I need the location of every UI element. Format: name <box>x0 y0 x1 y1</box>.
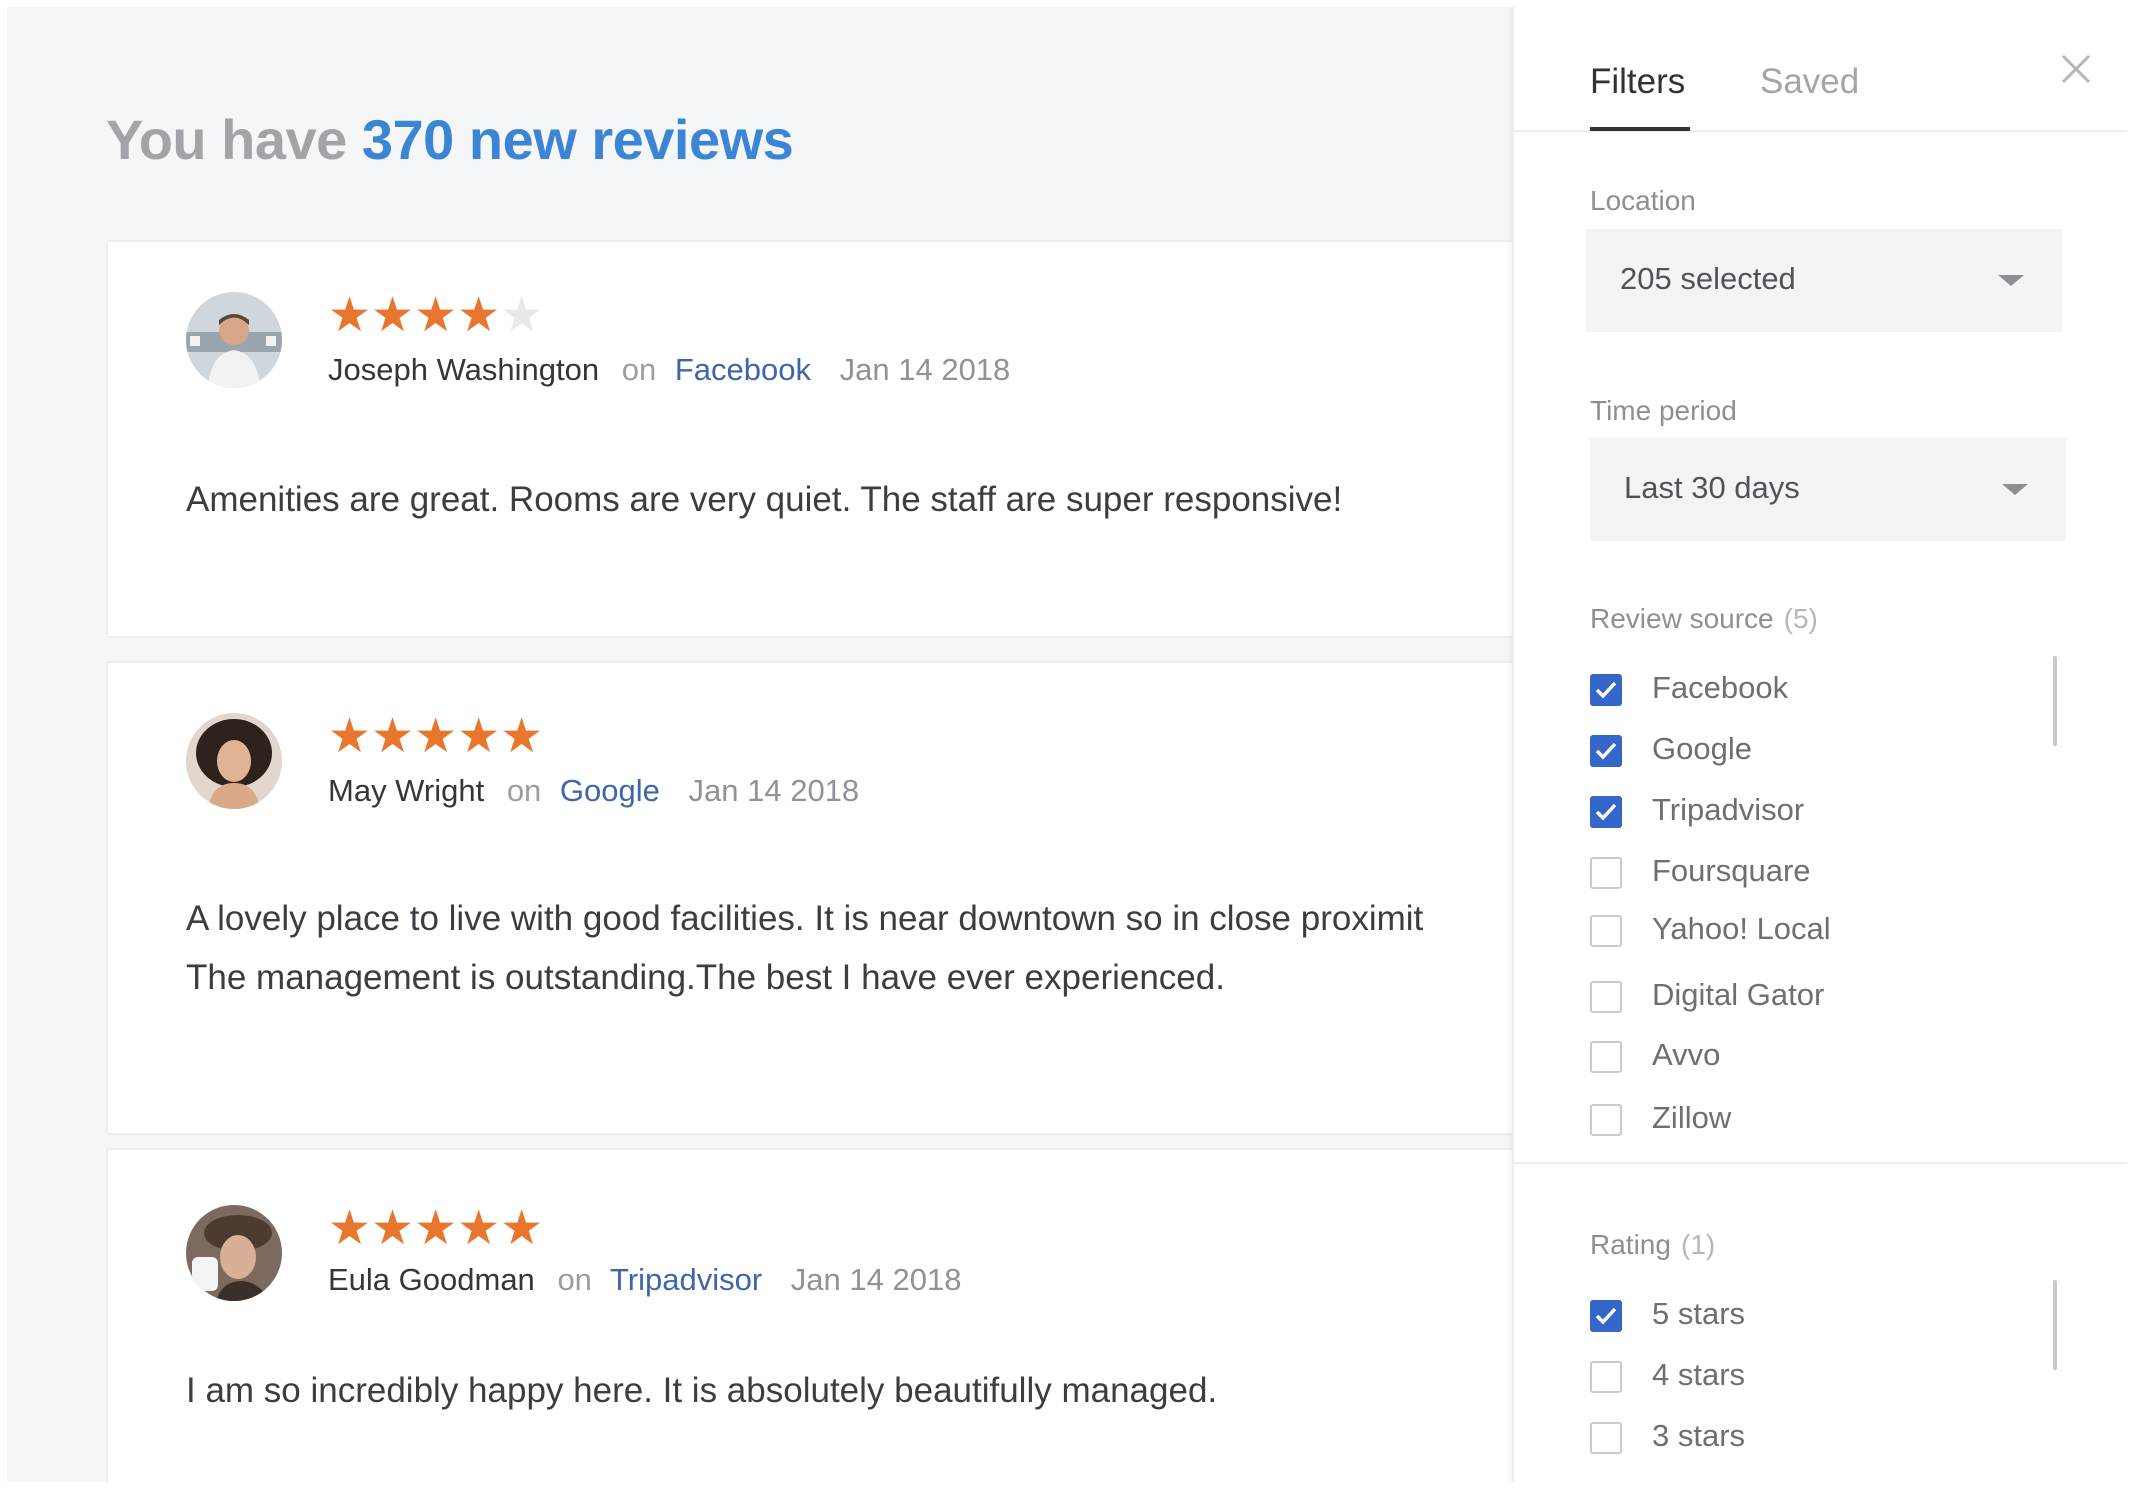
checkbox-unchecked[interactable] <box>1590 1104 1622 1136</box>
rating-title: Rating <box>1590 1229 1671 1260</box>
checkbox-checked[interactable] <box>1590 796 1622 828</box>
review-source-label: Review source (5) <box>1590 603 1818 635</box>
star-empty-icon: ★ <box>500 289 544 342</box>
star-icon: ★ <box>457 710 501 763</box>
review-source-scrollbar[interactable] <box>2053 656 2057 746</box>
rating-option-label: 5 stars <box>1652 1296 1746 1331</box>
checkbox-unchecked[interactable] <box>1590 915 1622 947</box>
checkbox-unchecked[interactable] <box>1590 1041 1622 1073</box>
review-date: Jan 14 2018 <box>790 1262 962 1297</box>
rating-scrollbar[interactable] <box>2053 1280 2057 1370</box>
filter-panel: Filters Saved Location 205 selected Time… <box>1512 7 2127 1482</box>
check-icon <box>1595 742 1617 760</box>
chevron-down-icon <box>2002 484 2028 495</box>
check-icon <box>1595 1307 1617 1325</box>
review-source-link[interactable]: Facebook <box>675 352 811 387</box>
location-label: Location <box>1590 185 1696 216</box>
checkbox-unchecked[interactable] <box>1590 1422 1622 1454</box>
source-option-label: Yahoo! Local <box>1652 911 1831 946</box>
star-icon: ★ <box>414 289 458 342</box>
check-icon <box>1595 803 1617 821</box>
page-title: You have 370 new reviews <box>106 107 794 172</box>
panel-tabs: Filters Saved <box>1514 7 2127 132</box>
review-source-count: (5) <box>1783 603 1818 634</box>
star-icon: ★ <box>414 710 458 763</box>
star-icon: ★ <box>500 1202 544 1255</box>
time-period-select[interactable]: Last 30 days <box>1590 438 2066 541</box>
review-on: on <box>621 352 657 387</box>
review-date: Jan 14 2018 <box>688 773 860 808</box>
star-icon: ★ <box>457 289 501 342</box>
checkbox-unchecked[interactable] <box>1590 981 1622 1013</box>
rating-option-label: 3 stars <box>1652 1418 1746 1453</box>
app-frame: You have 370 new reviews ★★★★★ Joseph Wa… <box>7 7 2127 1482</box>
star-icon: ★ <box>328 710 372 763</box>
chevron-down-icon <box>1998 275 2024 286</box>
rating-label: Rating (1) <box>1590 1229 1715 1261</box>
review-author[interactable]: May Wright <box>328 773 484 808</box>
avatar <box>186 713 282 809</box>
avatar <box>186 292 282 388</box>
review-card: ★★★★★ Joseph Washington on Facebook Jan … <box>106 240 1726 638</box>
section-divider <box>1514 1162 2127 1164</box>
star-icon: ★ <box>371 1202 415 1255</box>
avatar <box>186 1205 282 1301</box>
star-icon: ★ <box>500 710 544 763</box>
location-select[interactable]: 205 selected <box>1586 229 2062 332</box>
rating-stars: ★★★★★ <box>328 1205 543 1253</box>
star-icon: ★ <box>371 289 415 342</box>
source-option-label: Zillow <box>1652 1100 1732 1135</box>
review-source-title: Review source <box>1590 603 1774 634</box>
checkbox-checked[interactable] <box>1590 1300 1622 1332</box>
rating-count: (1) <box>1680 1229 1716 1260</box>
source-option-label: Digital Gator <box>1652 977 1825 1012</box>
review-on: on <box>557 1262 592 1297</box>
star-icon: ★ <box>414 1202 458 1255</box>
check-icon <box>1595 681 1617 699</box>
review-card: ★★★★★ May Wright on Google Jan 14 2018 A… <box>106 661 1726 1135</box>
source-option-label: Facebook <box>1652 670 1789 705</box>
review-date: Jan 14 2018 <box>839 352 1011 387</box>
source-option-label: Tripadvisor <box>1652 792 1805 827</box>
review-source-link[interactable]: Tripadvisor <box>610 1262 762 1297</box>
review-meta: Eula Goodman on Tripadvisor Jan 14 2018 <box>328 1262 961 1298</box>
rating-stars: ★★★★★ <box>328 292 543 340</box>
close-icon[interactable] <box>2054 47 2098 91</box>
star-icon: ★ <box>371 710 415 763</box>
star-icon: ★ <box>328 1202 372 1255</box>
rating-option-label: 4 stars <box>1652 1357 1746 1392</box>
review-source-link[interactable]: Google <box>560 773 660 808</box>
checkbox-checked[interactable] <box>1590 735 1622 767</box>
checkbox-checked[interactable] <box>1590 674 1622 706</box>
star-icon: ★ <box>328 289 372 342</box>
tab-saved[interactable]: Saved <box>1760 62 1859 102</box>
checkbox-unchecked[interactable] <box>1590 1361 1622 1393</box>
rating-stars: ★★★★★ <box>328 713 543 761</box>
source-option-label: Foursquare <box>1652 853 1811 888</box>
review-on: on <box>506 773 542 808</box>
time-period-label: Time period <box>1590 395 1737 426</box>
review-meta: May Wright on Google Jan 14 2018 <box>328 773 859 809</box>
review-author[interactable]: Eula Goodman <box>328 1262 535 1297</box>
source-option-label: Avvo <box>1652 1037 1721 1072</box>
location-value: 205 selected <box>1620 261 1796 296</box>
page-title-prefix: You have <box>106 108 347 171</box>
star-icon: ★ <box>457 1202 501 1255</box>
review-author[interactable]: Joseph Washington <box>328 352 599 387</box>
review-meta: Joseph Washington on Facebook Jan 14 201… <box>328 352 1010 388</box>
active-tab-indicator <box>1590 127 1690 131</box>
checkbox-unchecked[interactable] <box>1590 857 1622 889</box>
new-reviews-count[interactable]: 370 new reviews <box>362 108 794 171</box>
review-card: ★★★★★ Eula Goodman on Tripadvisor Jan 14… <box>106 1148 1726 1482</box>
tab-filters[interactable]: Filters <box>1590 62 1685 102</box>
time-period-value: Last 30 days <box>1624 470 1800 505</box>
source-option-label: Google <box>1652 731 1752 766</box>
